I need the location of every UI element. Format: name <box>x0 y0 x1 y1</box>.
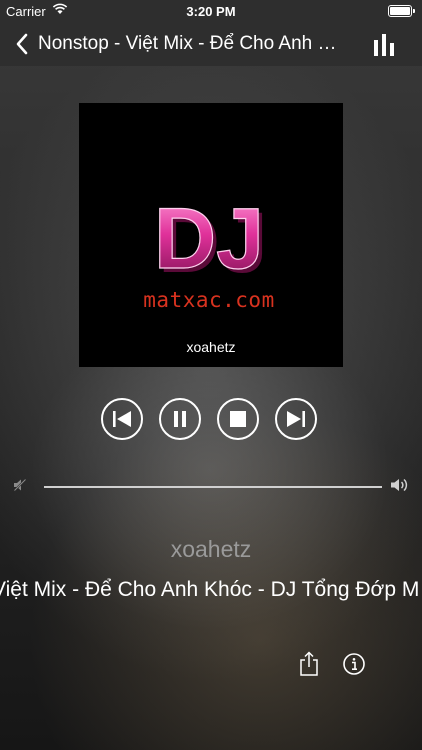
pause-icon <box>174 411 186 427</box>
artist-name: xoahetz <box>170 536 252 562</box>
volume-slider[interactable] <box>44 486 382 488</box>
volume-slider-fill <box>44 486 382 488</box>
info-button[interactable] <box>343 653 365 675</box>
share-icon <box>300 651 318 676</box>
next-button[interactable] <box>275 398 317 440</box>
battery-icon <box>388 5 415 17</box>
skip-next-icon <box>287 411 305 427</box>
equalizer-button[interactable] <box>372 34 396 56</box>
status-bar: Carrier 3:20 PM <box>0 0 422 22</box>
volume-high-icon <box>390 477 410 498</box>
song-title-marquee: Việt Mix - Để Cho Anh Khóc - DJ Tổng Đớp… <box>0 578 422 608</box>
svg-text:DJ: DJ <box>154 191 264 287</box>
album-artwork: DJ DJ matxac.com xoahetz <box>79 103 343 367</box>
dj-logo-image: DJ DJ matxac.com <box>143 190 274 312</box>
stop-button[interactable] <box>217 398 259 440</box>
stop-icon <box>230 411 246 427</box>
navigation-bar: Nonstop - Việt Mix - Để Cho Anh Khóc - D… <box>0 22 422 66</box>
info-icon <box>343 653 365 675</box>
volume-control <box>0 474 422 498</box>
back-button[interactable] <box>8 30 36 58</box>
previous-button[interactable] <box>101 398 143 440</box>
song-title: Việt Mix - Để Cho Anh Khóc - DJ Tổng Đớp… <box>0 578 420 601</box>
status-time: 3:20 PM <box>186 4 236 19</box>
artwork-caption: xoahetz <box>186 339 236 355</box>
share-button[interactable] <box>298 651 320 677</box>
pause-button[interactable] <box>159 398 201 440</box>
volume-mute-icon <box>13 478 27 497</box>
page-title: Nonstop - Việt Mix - Để Cho Anh Khóc - D… <box>38 33 348 54</box>
skip-previous-icon <box>113 411 131 427</box>
equalizer-icon <box>374 34 394 56</box>
chevron-left-icon <box>16 33 28 55</box>
svg-text:matxac.com: matxac.com <box>143 288 274 312</box>
